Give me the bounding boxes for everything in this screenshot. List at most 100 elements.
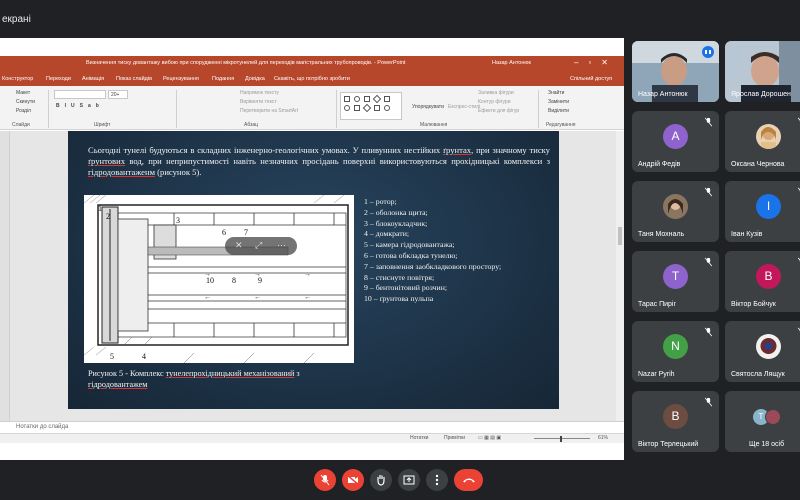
align-text-button[interactable]: Вирівняти текст [240, 99, 277, 105]
ribbon-tabs: Конструктор Переходи Анімація Показ слай… [0, 74, 624, 86]
arrange-button[interactable]: Упорядкувати [412, 104, 444, 110]
zoom-slider-knob[interactable] [560, 436, 562, 442]
avatar [663, 194, 688, 219]
avatar: A [663, 124, 688, 149]
legend-item: 9 – бентонітовий розчин; [364, 283, 448, 293]
tunnel-complex-diagram: → → → ← ← ← 1 2 3 4 5 6 7 8 9 10 [83, 194, 354, 364]
legend-item: 10 – ґрунтова пульпа [364, 294, 434, 304]
share-button[interactable]: Спільний доступ [570, 76, 612, 82]
slides-group-label: Слайди [12, 122, 30, 128]
participant-name: Андрій Федів [638, 161, 681, 168]
divider [176, 90, 177, 128]
tab-slideshow[interactable]: Показ слайдів [116, 76, 152, 82]
layout-button[interactable]: Макет [16, 90, 30, 96]
mic-off-icon [704, 117, 713, 127]
participant-name: Ярослав Дорошен [731, 91, 791, 98]
legend-item: 1 – ротор; [364, 197, 397, 206]
powerpoint-titlebar: Визначення тиску довантажу вибою при спо… [0, 56, 624, 74]
tab-help[interactable]: Довідка [245, 76, 265, 82]
zoom-slider[interactable] [534, 438, 590, 439]
participant-tile[interactable]: Таня Мохналь [632, 181, 719, 242]
floating-toolbar[interactable]: ✕ ⤢ ⋯ [225, 237, 297, 255]
figure-number-label: 1 [98, 204, 102, 213]
tab-design[interactable]: Конструктор [2, 76, 33, 82]
participant-name: Назар Антонюк [638, 91, 688, 98]
avatar: B [663, 404, 688, 429]
fullscreen-icon[interactable]: ⤢ [255, 240, 262, 251]
participant-tile[interactable]: Оксана Чернова [725, 111, 800, 172]
svg-text:←: ← [204, 294, 211, 301]
replace-button[interactable]: Замінити [548, 99, 569, 105]
tab-review[interactable]: Рецензування [163, 76, 199, 82]
tab-transitions[interactable]: Переходи [46, 76, 71, 82]
avatar [765, 409, 781, 425]
comments-toggle[interactable]: Примітки [444, 435, 465, 441]
font-format-buttons[interactable]: BIUSab [56, 103, 104, 109]
divider [538, 90, 539, 128]
shared-screen: Визначення тиску довантажу вибою при спо… [0, 38, 624, 460]
vertical-scrollbar[interactable] [616, 131, 624, 421]
view-buttons[interactable]: ▭ ▦ ▤ ▣ [478, 435, 501, 441]
meet-top-bar: екрані [0, 0, 800, 36]
participant-tile[interactable]: Святосла Лящук [725, 321, 800, 382]
legend-item: 8 – стиснуте повітря; [364, 272, 435, 282]
more-participants-label: Ще 18 осіб [749, 441, 785, 448]
section-button[interactable]: Розділ [16, 108, 31, 114]
notes-pane[interactable]: Нотатки до слайда [0, 421, 624, 433]
font-name-box[interactable] [54, 90, 106, 99]
leave-call-button[interactable] [454, 469, 483, 491]
participant-tile[interactable]: A Андрій Федів [632, 111, 719, 172]
font-size-box[interactable]: 20+ [108, 90, 128, 99]
select-button[interactable]: Виділити [548, 108, 569, 114]
tell-me-search[interactable]: Скажіть, що потрібно зробити [274, 76, 350, 82]
speaking-indicator-icon [702, 46, 714, 58]
figure-number-label: 7 [244, 228, 248, 237]
drawing-group-label: Малювання [420, 122, 448, 128]
participant-tile[interactable]: B Віктор Терлецький [632, 391, 719, 452]
shape-effects-button[interactable]: Ефекти для фігур [478, 108, 519, 114]
participant-tile[interactable]: I Іван Кузів [725, 181, 800, 242]
more-participants-tile[interactable]: T Ще 18 осіб [725, 391, 800, 452]
notes-toggle[interactable]: Нотатки [410, 435, 428, 441]
participant-name: Таня Мохналь [638, 231, 685, 238]
participant-tile[interactable]: Ярослав Дорошен [725, 41, 800, 102]
mic-off-icon [320, 474, 330, 486]
tab-animation[interactable]: Анімація [82, 76, 104, 82]
hand-icon [377, 475, 385, 486]
figure-legend: 1 – ротор; 2 – оболонка щита; 3 – блокоу… [364, 197, 501, 305]
font-group-label: Шрифт [94, 122, 111, 128]
window-controls[interactable]: –▫✕ [574, 58, 618, 67]
mic-off-icon [704, 397, 713, 407]
participant-tile[interactable]: B Віктор Бойчук [725, 251, 800, 312]
shape-fill-button[interactable]: Заливка фігури [478, 90, 514, 96]
more-icon[interactable]: ⋯ [277, 240, 286, 251]
tab-view[interactable]: Подання [212, 76, 234, 82]
avatar [756, 334, 781, 359]
meet-title: екрані [2, 14, 31, 25]
mic-toggle-button[interactable] [314, 469, 336, 491]
find-button[interactable]: Знайти [548, 90, 564, 96]
pin-icon[interactable]: ✕ [235, 240, 243, 251]
shapes-gallery[interactable] [340, 92, 402, 120]
reset-button[interactable]: Скинути [16, 99, 35, 105]
camera-toggle-button[interactable] [342, 469, 364, 491]
meet-window: екрані Визначення тиску довантажу вибою … [0, 0, 800, 500]
participant-name: Віктор Бойчук [731, 301, 776, 308]
quick-styles-button[interactable]: Експрес-стилі [448, 104, 480, 110]
editing-group-label: Редагування [546, 122, 576, 128]
divider [48, 90, 49, 128]
present-screen-icon [403, 475, 415, 485]
text-direction-button[interactable]: Напрямок тексту [240, 90, 279, 96]
smartart-button[interactable]: Перетворити на SmartArt [240, 108, 298, 114]
present-button[interactable] [398, 469, 420, 491]
participant-tile[interactable]: N Nazar Pyrih [632, 321, 719, 382]
participant-tile[interactable]: T Тарас Пиріг [632, 251, 719, 312]
raise-hand-button[interactable] [370, 469, 392, 491]
participant-tile[interactable]: Назар Антонюк [632, 41, 719, 102]
figure-caption: Рисунок 5 - Комплекс тунелепрохідницький… [88, 369, 300, 389]
slide-thumbnails[interactable] [0, 131, 10, 421]
more-options-button[interactable] [426, 469, 448, 491]
shape-outline-button[interactable]: Контур фігури [478, 99, 510, 105]
status-bar: Нотатки Примітки ▭ ▦ ▤ ▣ 61% [0, 433, 624, 443]
font-size-value: 20+ [111, 92, 120, 98]
